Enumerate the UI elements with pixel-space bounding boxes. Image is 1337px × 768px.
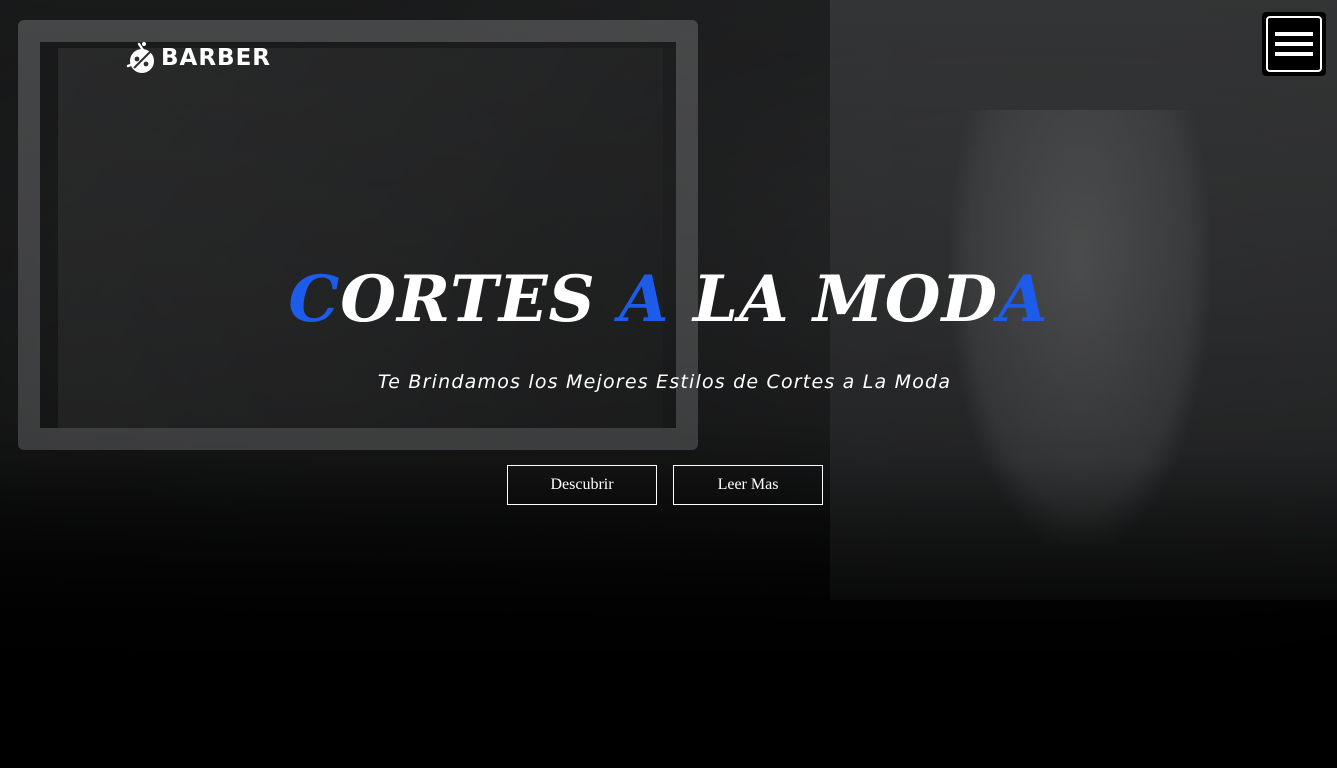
- barber-logo-icon: [126, 42, 154, 73]
- menu-button[interactable]: [1262, 12, 1326, 76]
- headline-accent-letter: A: [997, 262, 1049, 337]
- headline-text: LA MOD: [669, 262, 998, 337]
- hero-section: BARBER CORTES A LA MODA Te Brindamos los…: [0, 0, 1337, 768]
- headline-accent-letter: C: [288, 262, 341, 337]
- hero-subtitle: Te Brindamos los Mejores Estilos de Cort…: [377, 371, 952, 393]
- brand-logo[interactable]: BARBER: [125, 40, 271, 76]
- headline-accent-letter: A: [619, 262, 670, 337]
- read-more-button[interactable]: Leer Mas: [673, 465, 823, 505]
- headline-text: ORTES: [340, 262, 620, 337]
- discover-button[interactable]: Descubrir: [507, 465, 657, 505]
- hamburger-menu-icon: [1266, 16, 1322, 72]
- hero-headline: CORTES A LA MODA: [0, 262, 1337, 337]
- brand-name: BARBER: [161, 45, 271, 71]
